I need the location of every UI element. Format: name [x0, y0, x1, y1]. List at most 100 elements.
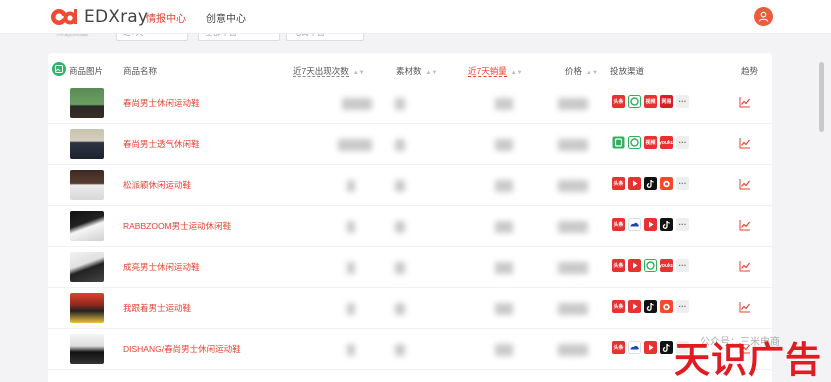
product-image[interactable] [70, 170, 104, 200]
logo-icon [50, 7, 78, 27]
product-name-link[interactable]: 松派颖休闲运动鞋 [123, 179, 191, 191]
tencent-video-icon[interactable]: 视频 [644, 136, 657, 149]
more-channels-button[interactable]: ··· [676, 177, 689, 190]
more-channels-button[interactable]: ··· [676, 218, 689, 231]
table-row[interactable]: 春尚男士休闲运动鞋 头条 视频 网易 ··· [48, 83, 772, 124]
sales-blurred [495, 344, 513, 356]
price-blurred [558, 98, 588, 110]
product-name-link[interactable]: 成亮男士休闲运动鞋 [123, 261, 200, 273]
douyin-icon[interactable] [660, 218, 673, 231]
price-blurred [558, 344, 588, 356]
app-logo[interactable]: EDXray [50, 6, 148, 28]
table-header: 商品图片 商品名称 近7天出现次数 ▲▼ 素材数 ▲▼ 近7天销量 ▲▼ 价格 ▲▼ 投… [48, 61, 772, 79]
product-image[interactable] [70, 211, 104, 241]
product-name-link[interactable]: DISHANG/春尚男士休闲运动鞋 [123, 343, 241, 355]
table-row[interactable]: DISHANG/春尚男士休闲运动鞋 头条 ··· [48, 329, 772, 370]
avatar[interactable] [754, 7, 773, 26]
toutiao-icon[interactable]: 头条 [612, 341, 625, 354]
col-sales-label: 近7天销量 [468, 66, 507, 77]
more-channels-button[interactable]: ··· [676, 136, 689, 149]
xigua-icon[interactable] [628, 300, 641, 313]
materials-blurred [395, 98, 405, 110]
scrollbar-thumb[interactable] [819, 62, 824, 132]
col-appear-count[interactable]: 近7天出现次数 ▲▼ [293, 65, 365, 77]
toutiao-icon[interactable]: 头条 [612, 177, 625, 190]
table-row[interactable]: RABBZOOM男士运动休闲鞋 头条 ··· [48, 206, 772, 247]
xigua-icon[interactable] [644, 218, 657, 231]
materials-blurred [395, 180, 405, 192]
cloud-icon[interactable] [628, 218, 641, 231]
douyin-icon[interactable] [644, 300, 657, 313]
product-image[interactable] [70, 129, 104, 159]
netease-icon[interactable]: 网易 [660, 95, 673, 108]
product-name-link[interactable]: 春尚男士透气休闲鞋 [123, 138, 200, 150]
xigua-icon[interactable] [628, 177, 641, 190]
product-image[interactable] [70, 88, 104, 118]
table-row[interactable]: 松派颖休闲运动鞋 头条 ··· [48, 165, 772, 206]
table-row[interactable]: 春尚男士透气休闲鞋 视频 youku ··· [48, 124, 772, 165]
tab-intel-center[interactable]: 情报中心 [146, 10, 186, 25]
materials-blurred [395, 303, 405, 315]
product-image[interactable] [70, 334, 104, 364]
appear-count-blurred [347, 303, 355, 315]
trend-chart-icon[interactable] [739, 177, 753, 191]
iqiyi-icon[interactable] [628, 136, 641, 149]
sales-blurred [495, 221, 513, 233]
main-nav: 情报中心 创意中心 [146, 10, 246, 25]
more-channels-button[interactable]: ··· [676, 95, 689, 108]
col-materials-label: 素材数 [396, 66, 422, 76]
sort-icon: ▲▼ [425, 70, 438, 76]
huoshan-icon[interactable] [660, 177, 673, 190]
appear-count-blurred [347, 221, 355, 233]
toutiao-icon[interactable]: 头条 [612, 259, 625, 272]
app-name: EDXray [84, 7, 149, 27]
col-materials[interactable]: 素材数 ▲▼ [396, 65, 437, 77]
appear-count-blurred [342, 98, 372, 110]
product-image[interactable] [70, 293, 104, 323]
channel-list: 头条 视频 网易 ··· [612, 95, 689, 108]
sales-blurred [495, 180, 513, 192]
product-name-link[interactable]: 我跟着男士运动鞋 [123, 302, 191, 314]
youku-icon[interactable]: youku [660, 259, 673, 272]
price-blurred [558, 303, 588, 315]
product-name-link[interactable]: RABBZOOM男士运动休闲鞋 [123, 220, 231, 232]
sales-blurred [495, 139, 513, 151]
col-name: 商品名称 [123, 66, 158, 76]
product-name-link[interactable]: 春尚男士休闲运动鞋 [123, 97, 200, 109]
iqiyi-icon[interactable] [644, 259, 657, 272]
sales-blurred [495, 98, 513, 110]
sort-icon: ▲▼ [510, 70, 523, 76]
more-channels-button[interactable]: ··· [676, 300, 689, 313]
trend-chart-icon[interactable] [739, 136, 753, 150]
trend-chart-icon[interactable] [739, 259, 753, 273]
huoshan-icon[interactable] [660, 300, 673, 313]
trend-chart-icon[interactable] [739, 300, 753, 314]
toutiao-icon[interactable]: 头条 [612, 300, 625, 313]
cloud-icon[interactable] [628, 341, 641, 354]
xigua-icon[interactable] [644, 341, 657, 354]
iqiyi-green-icon[interactable] [612, 136, 625, 149]
youku-icon[interactable]: youku [660, 136, 673, 149]
channel-list: 头条 youku ··· [612, 259, 689, 272]
toutiao-icon[interactable]: 头条 [612, 218, 625, 231]
product-image[interactable] [70, 252, 104, 282]
tab-creative-center[interactable]: 创意中心 [206, 10, 246, 25]
toutiao-icon[interactable]: 头条 [612, 95, 625, 108]
more-channels-button[interactable]: ··· [676, 259, 689, 272]
appear-count-blurred [338, 139, 372, 151]
col-channels: 投放渠道 [610, 66, 645, 76]
trend-chart-icon[interactable] [739, 95, 753, 109]
image-icon [52, 62, 66, 76]
col-sales[interactable]: 近7天销量 ▲▼ [468, 65, 523, 77]
douyin-icon[interactable] [644, 177, 657, 190]
tencent-video-icon[interactable]: 视频 [644, 95, 657, 108]
table-row[interactable]: 我跟着男士运动鞋 头条 ··· [48, 288, 772, 329]
table-row[interactable]: 成亮男士休闲运动鞋 头条 youku ··· [48, 247, 772, 288]
xigua-icon[interactable] [628, 259, 641, 272]
col-price[interactable]: 价格 ▲▼ [565, 65, 598, 77]
douyin-icon[interactable] [660, 341, 673, 354]
trend-chart-icon[interactable] [739, 218, 753, 232]
appear-count-blurred [347, 262, 355, 274]
iqiyi-icon[interactable] [628, 95, 641, 108]
sales-blurred [495, 303, 513, 315]
